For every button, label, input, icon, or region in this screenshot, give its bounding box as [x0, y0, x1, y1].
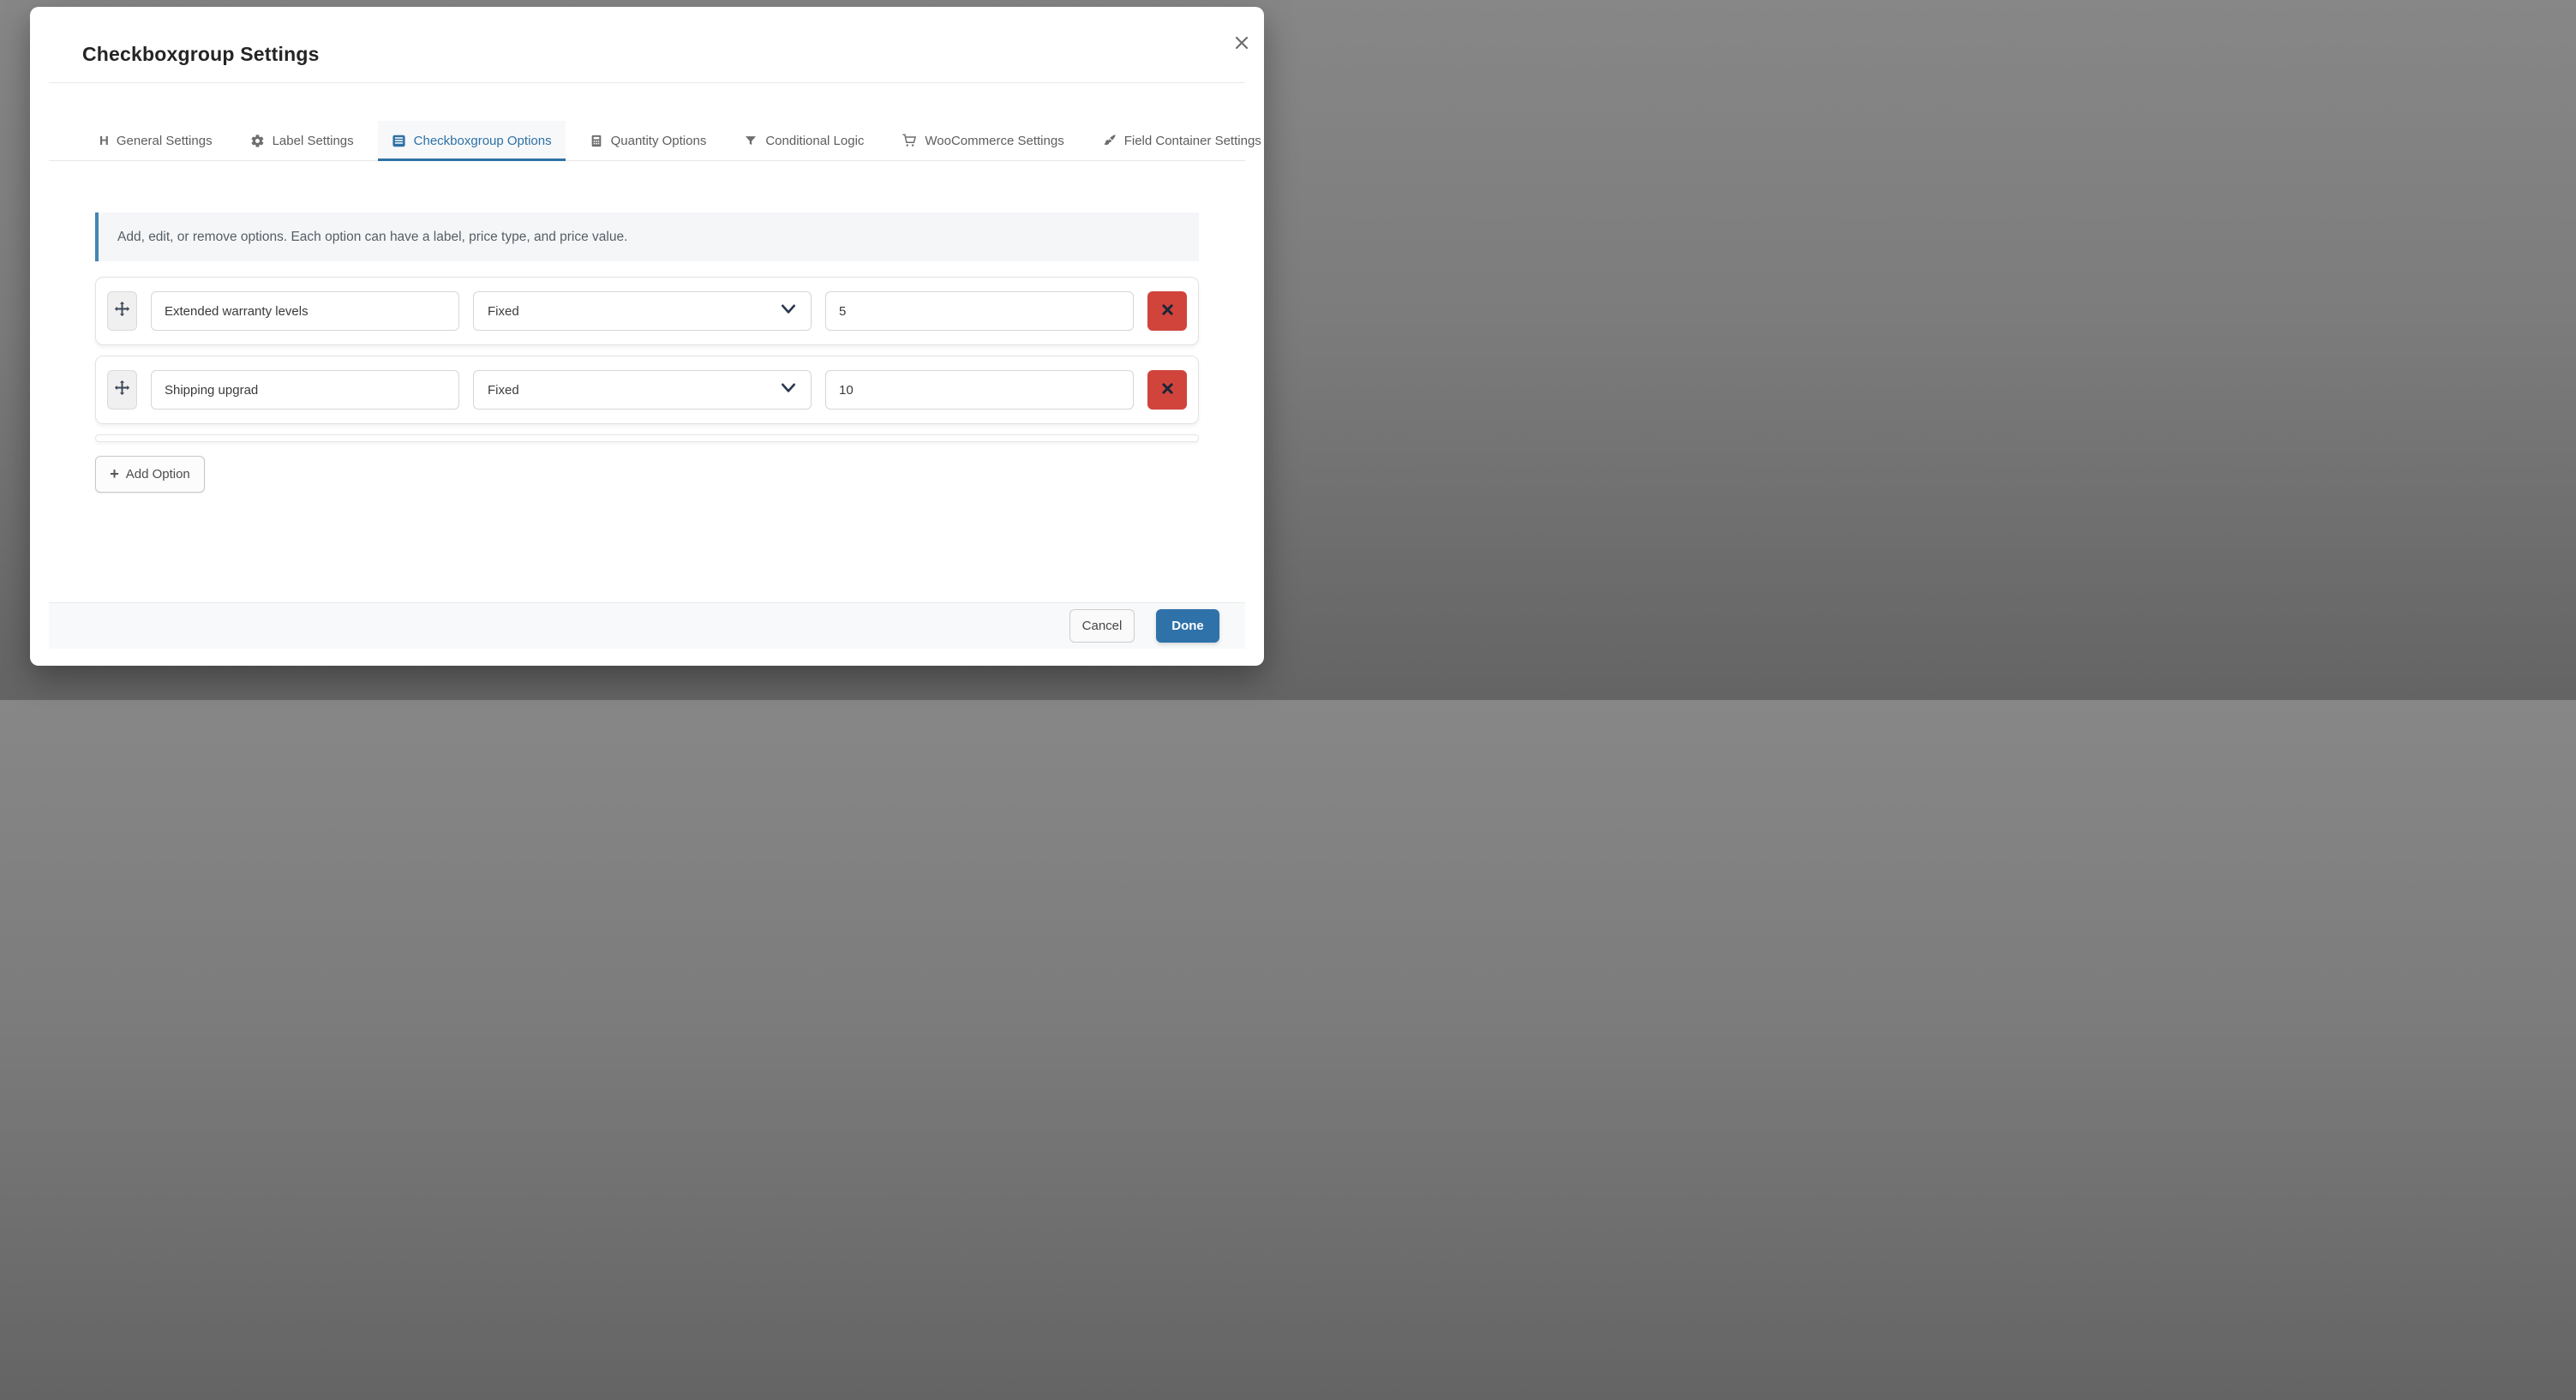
- option-row: Fixed: [95, 277, 1199, 345]
- chevron-down-icon: [780, 303, 797, 319]
- tab-label-settings[interactable]: Label Settings: [237, 121, 368, 160]
- tab-label: Quantity Options: [611, 134, 707, 148]
- price-type-value: Fixed: [488, 383, 519, 398]
- gear-icon: [250, 134, 265, 148]
- brush-icon: [1102, 134, 1117, 148]
- option-label-input[interactable]: [151, 291, 459, 331]
- option-row: Fixed: [95, 356, 1199, 424]
- cancel-button[interactable]: Cancel: [1069, 609, 1135, 643]
- dialog-footer: Cancel Done: [49, 602, 1245, 649]
- close-icon: [1233, 34, 1250, 54]
- tab-label: General Settings: [117, 134, 213, 148]
- add-option-label: Add Option: [126, 467, 190, 482]
- delete-x-icon: [1160, 381, 1175, 398]
- tab-checkboxgroup-options[interactable]: Checkboxgroup Options: [378, 121, 566, 160]
- list-icon: [392, 134, 406, 148]
- options-list: Fixed: [95, 277, 1199, 442]
- dialog-title: Checkboxgroup Settings: [82, 43, 320, 66]
- chevron-down-icon: [780, 382, 797, 398]
- settings-tabbar: H General Settings Label Settings Checkb…: [49, 121, 1245, 161]
- move-icon: [114, 380, 130, 400]
- tab-panel-checkboxgroup-options: Add, edit, or remove options. Each optio…: [95, 161, 1199, 493]
- drag-handle[interactable]: [107, 370, 137, 410]
- checkboxgroup-settings-dialog: Checkboxgroup Settings H General Setting…: [30, 7, 1264, 666]
- tab-conditional-logic[interactable]: Conditional Logic: [730, 121, 878, 160]
- info-notice-text: Add, edit, or remove options. Each optio…: [117, 230, 627, 245]
- plus-icon: +: [110, 466, 119, 482]
- tab-woocommerce-settings[interactable]: WooCommerce Settings: [888, 121, 1077, 160]
- tab-field-container-settings[interactable]: Field Container Settings: [1088, 121, 1275, 160]
- delete-option-button[interactable]: [1147, 291, 1187, 331]
- options-list-end: [95, 434, 1199, 442]
- option-label-input[interactable]: [151, 370, 459, 410]
- calculator-icon: [590, 134, 603, 148]
- tab-label: WooCommerce Settings: [925, 134, 1063, 148]
- delete-x-icon: [1160, 302, 1175, 320]
- dialog-header: Checkboxgroup Settings: [49, 7, 1245, 83]
- price-type-value: Fixed: [488, 304, 519, 319]
- close-button[interactable]: [1231, 33, 1253, 55]
- price-type-select[interactable]: Fixed: [473, 291, 812, 331]
- tab-general-settings[interactable]: H General Settings: [86, 121, 226, 160]
- tab-quantity-options[interactable]: Quantity Options: [576, 121, 721, 160]
- tab-label: Checkboxgroup Options: [414, 134, 552, 148]
- delete-option-button[interactable]: [1147, 370, 1187, 410]
- add-option-button[interactable]: + Add Option: [95, 456, 205, 493]
- tab-label: Conditional Logic: [765, 134, 864, 148]
- drag-handle[interactable]: [107, 291, 137, 331]
- tab-label: Label Settings: [273, 134, 354, 148]
- tab-label: Field Container Settings: [1124, 134, 1261, 148]
- price-type-select[interactable]: Fixed: [473, 370, 812, 410]
- cart-icon: [902, 133, 917, 148]
- heading-icon: H: [99, 134, 109, 148]
- done-button[interactable]: Done: [1156, 609, 1219, 643]
- price-value-input[interactable]: [825, 370, 1134, 410]
- price-value-input[interactable]: [825, 291, 1134, 331]
- move-icon: [114, 301, 130, 321]
- info-notice: Add, edit, or remove options. Each optio…: [95, 212, 1199, 261]
- filter-icon: [744, 134, 758, 148]
